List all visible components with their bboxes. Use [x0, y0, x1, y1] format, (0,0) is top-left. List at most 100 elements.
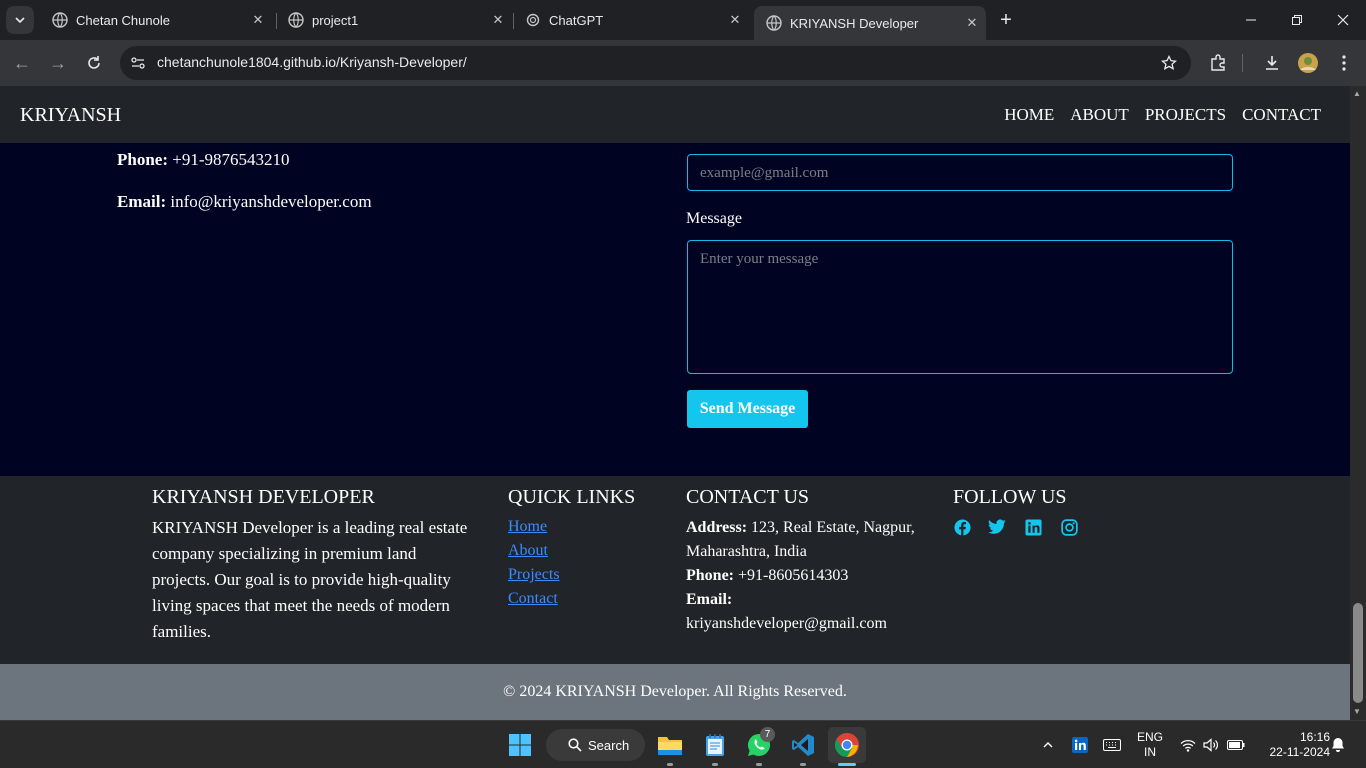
- search-label: Search: [588, 737, 630, 753]
- instagram-icon[interactable]: [1060, 518, 1078, 536]
- site-footer: KRIYANSH DEVELOPER KRIYANSH Developer is…: [0, 476, 1350, 664]
- nav-about[interactable]: ABOUT: [1070, 105, 1129, 125]
- running-indicator: [712, 763, 718, 766]
- browser-menu-icon[interactable]: [1332, 51, 1356, 75]
- about-line: company specializing in premium land: [152, 544, 417, 563]
- footer-about-heading: KRIYANSH DEVELOPER: [152, 486, 375, 508]
- extensions-icon[interactable]: [1206, 51, 1230, 75]
- footer-link-home[interactable]: Home: [508, 518, 547, 536]
- contact-email: Email: info@kriyanshdeveloper.com: [117, 192, 372, 212]
- phone-label: Phone:: [117, 150, 168, 169]
- vscode-icon[interactable]: [787, 729, 819, 761]
- message-textarea[interactable]: Enter your message: [687, 240, 1233, 374]
- keyboard-icon[interactable]: [1100, 729, 1124, 761]
- back-arrow-icon[interactable]: ←: [10, 51, 34, 75]
- footer-link-contact[interactable]: Contact: [508, 590, 558, 608]
- running-indicator: [756, 763, 762, 766]
- toolbar-divider: [1242, 54, 1243, 72]
- clock-date: 22-11-2024: [1269, 745, 1331, 759]
- address-line: 123, Real Estate, Nagpur,: [751, 519, 915, 536]
- chevron-up-icon[interactable]: [1036, 729, 1060, 761]
- webpage: KRIYANSH HOME ABOUT PROJECTS CONTACT Pho…: [0, 86, 1350, 720]
- tab-chetan-chunole[interactable]: Chetan Chunole ✕: [40, 6, 272, 34]
- wifi-icon[interactable]: [1176, 729, 1200, 761]
- tab-title: Chetan Chunole: [76, 12, 170, 28]
- footer-follow-heading: FOLLOW US: [953, 486, 1067, 508]
- browser-tab-strip: Chetan Chunole ✕ project1 ✕ ChatGPT ✕ KR…: [0, 0, 1366, 40]
- search-icon: [568, 738, 582, 752]
- notification-bell-icon[interactable]: [1328, 729, 1348, 761]
- running-indicator: [667, 763, 673, 766]
- nav-projects[interactable]: PROJECTS: [1145, 105, 1226, 125]
- nav-contact[interactable]: CONTACT: [1242, 105, 1321, 125]
- scroll-up-arrow-icon[interactable]: ▲: [1353, 89, 1361, 98]
- nav-links: HOME ABOUT PROJECTS CONTACT: [1004, 105, 1321, 125]
- nav-home[interactable]: HOME: [1004, 105, 1054, 125]
- system-clock[interactable]: 16:16 22-11-2024: [1254, 730, 1331, 760]
- tab-title: project1: [312, 12, 359, 28]
- file-explorer-icon[interactable]: [654, 729, 686, 761]
- linkedin-icon[interactable]: [1024, 518, 1042, 536]
- footer-link-projects[interactable]: Projects: [508, 566, 560, 584]
- linkedin-tray-icon[interactable]: [1068, 729, 1092, 761]
- scroll-down-arrow-icon[interactable]: ▼: [1353, 707, 1361, 716]
- close-tab-icon[interactable]: ✕: [725, 10, 745, 30]
- download-icon[interactable]: [1260, 51, 1284, 75]
- site-settings-icon[interactable]: [128, 53, 148, 73]
- close-tab-icon[interactable]: ✕: [488, 10, 508, 30]
- restore-icon[interactable]: [1285, 8, 1309, 32]
- globe-icon: [766, 15, 782, 31]
- running-indicator: [800, 763, 806, 766]
- footer-link-about[interactable]: About: [508, 542, 548, 560]
- email-value: info@kriyanshdeveloper.com: [170, 192, 372, 211]
- scrollbar-thumb[interactable]: [1353, 603, 1363, 703]
- address-bar[interactable]: chetanchunole1804.github.io/Kriyansh-Dev…: [120, 46, 1191, 80]
- battery-icon[interactable]: [1224, 729, 1248, 761]
- globe-icon: [52, 12, 68, 28]
- phone-value: +91-9876543210: [172, 150, 290, 169]
- tab-kriyansh-developer[interactable]: KRIYANSH Developer ✕: [754, 6, 986, 40]
- active-indicator: [838, 763, 856, 766]
- input-language[interactable]: ENG IN: [1132, 730, 1168, 760]
- minimize-icon[interactable]: [1239, 8, 1263, 32]
- close-window-icon[interactable]: [1331, 8, 1355, 32]
- notepad-icon[interactable]: [699, 729, 731, 761]
- windows-start-icon[interactable]: [504, 729, 536, 761]
- site-brand[interactable]: KRIYANSH: [20, 104, 121, 127]
- forward-arrow-icon[interactable]: →: [46, 51, 70, 75]
- phone-value: +91-8605614303: [738, 567, 849, 584]
- windows-taskbar: Search 7 ENG IN 16:16 22-11-2024: [0, 720, 1366, 768]
- chrome-icon[interactable]: [828, 727, 866, 763]
- bookmark-star-icon[interactable]: [1159, 53, 1179, 73]
- twitter-icon[interactable]: [988, 518, 1006, 536]
- profile-avatar[interactable]: [1296, 51, 1320, 75]
- about-line: living spaces that meet the needs of mod…: [152, 596, 450, 615]
- tab-search-button[interactable]: [6, 6, 34, 34]
- tab-chatgpt[interactable]: ChatGPT ✕: [513, 6, 749, 34]
- tab-project1[interactable]: project1 ✕: [276, 6, 512, 34]
- close-tab-icon[interactable]: ✕: [248, 10, 268, 30]
- email-label: Email:: [117, 192, 167, 211]
- email-value: kriyanshdeveloper@gmail.com: [686, 615, 887, 632]
- about-line: projects. Our goal is to provide high-qu…: [152, 570, 451, 589]
- new-tab-button[interactable]: +: [994, 8, 1018, 32]
- close-tab-icon[interactable]: ✕: [962, 13, 982, 33]
- email-field[interactable]: example@gmail.com: [687, 154, 1233, 191]
- message-label: Message: [686, 210, 742, 227]
- chevron-down-icon: [15, 17, 25, 24]
- send-message-button[interactable]: Send Message: [687, 390, 808, 428]
- footer-contact-heading: CONTACT US: [686, 486, 810, 508]
- site-navbar: KRIYANSH HOME ABOUT PROJECTS CONTACT: [0, 86, 1350, 143]
- footer-contact-details: Address: 123, Real Estate, Nagpur, Mahar…: [686, 516, 915, 636]
- about-line: families.: [152, 622, 212, 641]
- email-label: Email:: [686, 591, 733, 608]
- tab-title: ChatGPT: [549, 12, 604, 28]
- whatsapp-icon[interactable]: 7: [743, 727, 775, 761]
- taskbar-search[interactable]: Search: [546, 729, 645, 761]
- footer-links-heading: QUICK LINKS: [508, 486, 636, 508]
- volume-icon[interactable]: [1199, 729, 1223, 761]
- clock-time: 16:16: [1299, 730, 1330, 744]
- footer-address: Address: 123, Real Estate, Nagpur,: [686, 516, 915, 540]
- reload-icon[interactable]: [82, 51, 106, 75]
- facebook-icon[interactable]: [953, 518, 971, 536]
